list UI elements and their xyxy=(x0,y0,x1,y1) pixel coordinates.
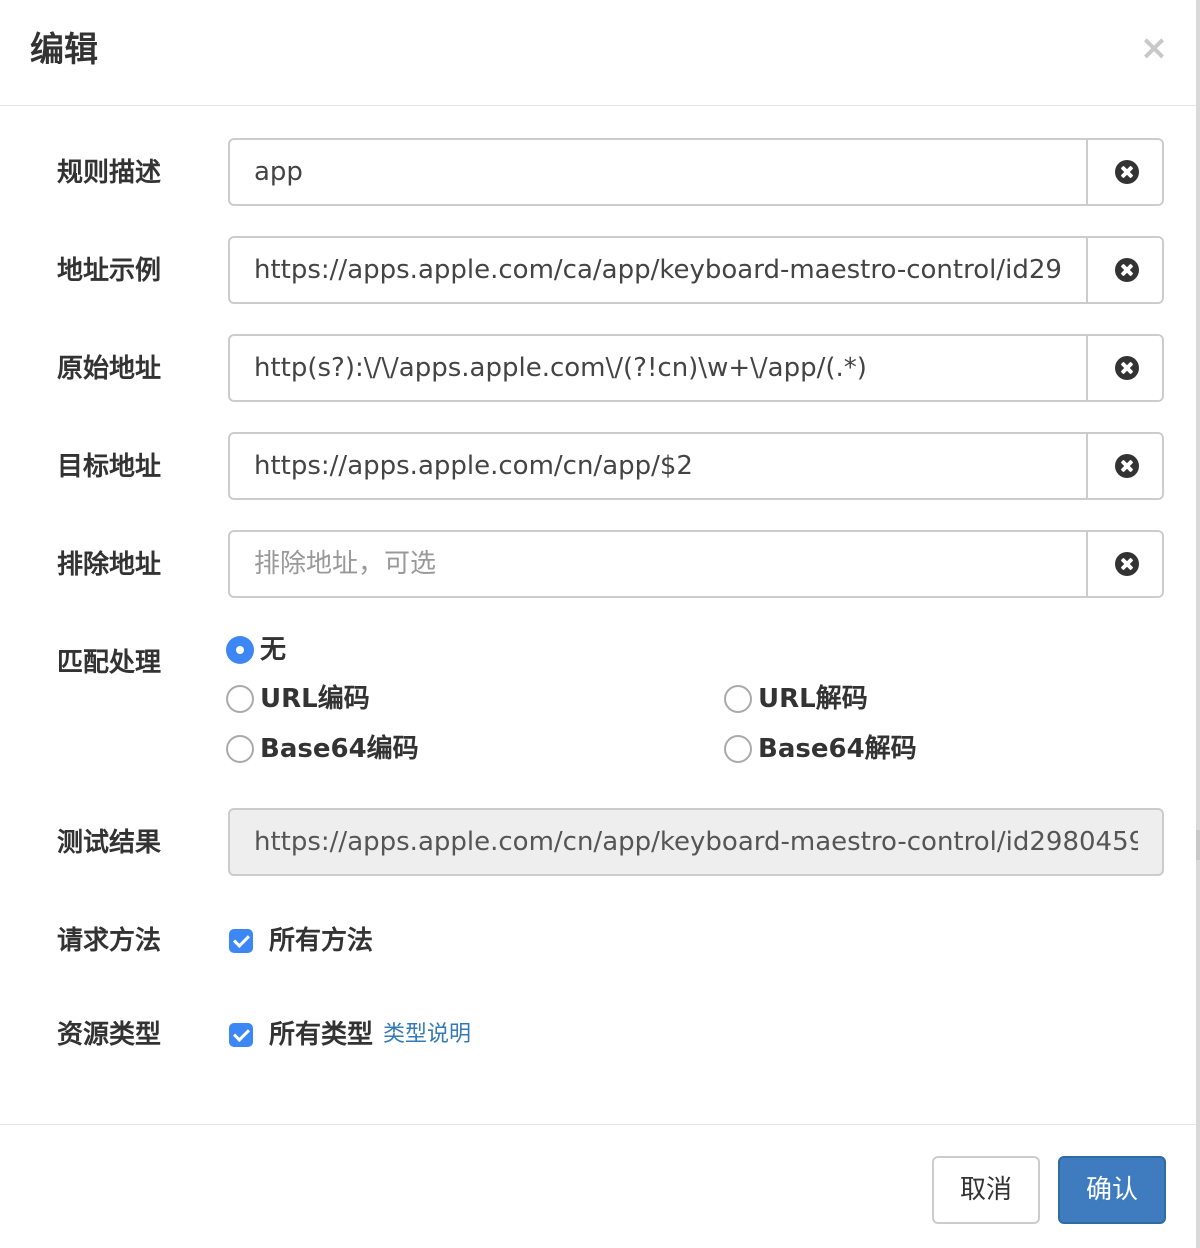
type-help-link[interactable]: 类型说明 xyxy=(383,1018,471,1052)
all-methods-label: 所有方法 xyxy=(269,926,374,956)
all-methods-checkbox[interactable]: 所有方法 xyxy=(229,924,373,958)
clear-circle-icon xyxy=(1115,356,1139,380)
confirm-button[interactable]: 确认 xyxy=(1058,1156,1166,1224)
radio-icon xyxy=(226,685,254,713)
match-radio-label: URL编码 xyxy=(260,684,370,714)
source-url-clear-button[interactable] xyxy=(1086,336,1162,400)
edit-dialog: 编辑 × 规则描述 地址示例 原始地址 目标地址 排除地址 xyxy=(0,0,1196,1248)
match-radio-label: Base64解码 xyxy=(758,734,917,764)
source-url-label: 原始地址 xyxy=(57,354,162,384)
dialog-header: 编辑 × xyxy=(0,0,1196,106)
match-radio-url-decode[interactable]: URL解码 xyxy=(724,682,868,716)
match-radio-base64-decode[interactable]: Base64解码 xyxy=(724,732,917,766)
example-url-group xyxy=(228,236,1164,304)
example-url-input[interactable] xyxy=(230,238,1086,302)
exclude-url-input[interactable] xyxy=(230,532,1086,596)
example-url-clear-button[interactable] xyxy=(1086,238,1162,302)
clear-circle-icon xyxy=(1115,552,1139,576)
match-label: 匹配处理 xyxy=(57,648,162,678)
clear-circle-icon xyxy=(1115,258,1139,282)
rule-desc-group xyxy=(228,138,1164,206)
exclude-url-group xyxy=(228,530,1164,598)
radio-icon xyxy=(226,735,254,763)
match-radio-base64-encode[interactable]: Base64编码 xyxy=(226,732,419,766)
radio-checked-icon xyxy=(226,636,254,664)
background-edge xyxy=(1196,0,1200,1248)
target-url-clear-button[interactable] xyxy=(1086,434,1162,498)
target-url-label: 目标地址 xyxy=(57,452,162,482)
match-radio-label: Base64编码 xyxy=(260,734,419,764)
all-types-label: 所有类型 xyxy=(269,1020,374,1050)
radio-icon xyxy=(724,735,752,763)
dialog-title: 编辑 xyxy=(30,30,98,70)
target-url-group xyxy=(228,432,1164,500)
match-radio-label: 无 xyxy=(260,635,287,665)
rule-desc-input[interactable] xyxy=(230,140,1086,204)
request-method-label: 请求方法 xyxy=(57,926,162,956)
rule-desc-label: 规则描述 xyxy=(57,158,162,188)
test-result-label: 测试结果 xyxy=(57,828,162,858)
match-radio-none[interactable]: 无 xyxy=(226,633,286,667)
source-url-group xyxy=(228,334,1164,402)
background-notch xyxy=(1196,830,1200,860)
match-radio-url-encode[interactable]: URL编码 xyxy=(226,682,370,716)
close-icon[interactable]: × xyxy=(1138,28,1170,68)
clear-circle-icon xyxy=(1115,160,1139,184)
rule-desc-clear-button[interactable] xyxy=(1086,140,1162,204)
match-radio-label: URL解码 xyxy=(758,684,868,714)
test-result-input xyxy=(230,810,1162,874)
test-result-field xyxy=(228,808,1164,876)
cancel-button[interactable]: 取消 xyxy=(932,1156,1040,1224)
checkbox-checked-icon xyxy=(229,929,253,953)
example-url-label: 地址示例 xyxy=(57,256,162,286)
checkbox-checked-icon xyxy=(229,1023,253,1047)
source-url-input[interactable] xyxy=(230,336,1086,400)
clear-circle-icon xyxy=(1115,454,1139,478)
radio-icon xyxy=(724,685,752,713)
exclude-url-clear-button[interactable] xyxy=(1086,532,1162,596)
exclude-url-label: 排除地址 xyxy=(57,550,162,580)
resource-type-label: 资源类型 xyxy=(57,1020,162,1050)
all-types-checkbox[interactable]: 所有类型 类型说明 xyxy=(229,1018,471,1052)
target-url-input[interactable] xyxy=(230,434,1086,498)
